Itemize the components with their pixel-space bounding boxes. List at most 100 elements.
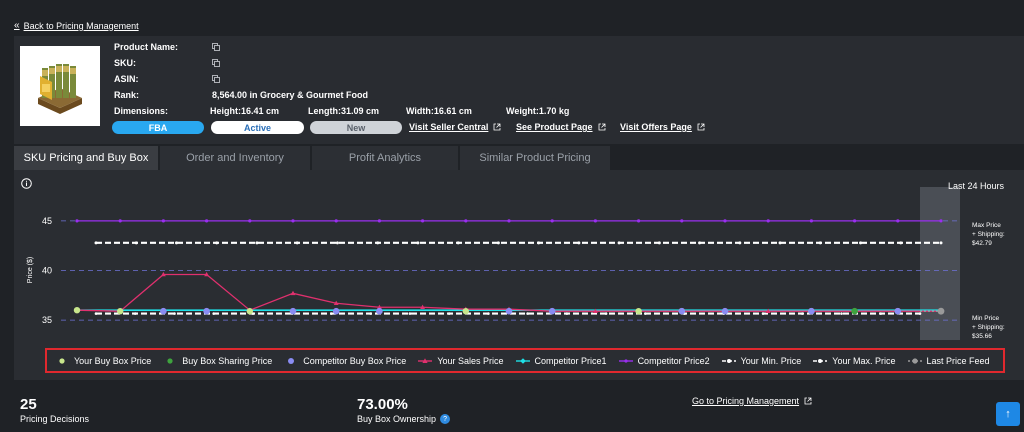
help-circle-icon[interactable]: ? xyxy=(440,414,451,424)
legend-label: Your Sales Price xyxy=(437,355,504,366)
legend-label: Competitor Buy Box Price xyxy=(303,355,407,366)
point-competitor-buy-box-price xyxy=(289,307,297,315)
legend-dash-icon xyxy=(813,358,828,363)
point-competitor-buy-box-price xyxy=(721,307,729,315)
visit-offers-page-link[interactable]: Visit Offers Page xyxy=(620,122,705,132)
legend-competitor-buy-box-price[interactable]: Competitor Buy Box Price xyxy=(284,356,406,366)
point-your-max-price xyxy=(255,241,259,245)
time-range-label: Last 24 Hours xyxy=(947,181,1004,191)
buy-box-ownership-value: 73.00% xyxy=(357,396,408,413)
point-your-min-price xyxy=(604,312,608,315)
copy-icon[interactable] xyxy=(212,59,220,67)
pricing-decisions-label: Pricing Decisions xyxy=(20,414,89,424)
point-competitor-price2 xyxy=(939,219,943,223)
external-link-icon xyxy=(493,123,501,131)
point-your-max-price xyxy=(698,241,702,245)
legend-buy-box-sharing-price[interactable]: Buy Box Sharing Price xyxy=(163,356,272,366)
point-competitor-price2 xyxy=(205,219,209,223)
y-axis-label: Price ($) xyxy=(27,257,34,283)
legend-competitor-price1[interactable]: Competitor Price1 xyxy=(515,356,607,366)
point-your-max-price xyxy=(778,241,782,245)
point-your-min-price xyxy=(565,312,569,315)
point-your-min-price xyxy=(918,312,922,315)
point-your-max-price xyxy=(94,241,98,245)
visit-seller-central-link[interactable]: Visit Seller Central xyxy=(409,122,501,132)
tab-sku-pricing[interactable]: SKU Pricing and Buy Box xyxy=(14,146,158,170)
arrow-up-icon: ↑ xyxy=(1005,408,1011,420)
point-competitor-price2 xyxy=(291,219,295,223)
sku-label: SKU: xyxy=(114,58,136,68)
legend-label: Buy Box Sharing Price xyxy=(182,355,273,366)
point-competitor-price2 xyxy=(161,219,165,223)
point-competitor-buy-box-price xyxy=(376,307,383,315)
external-link-icon xyxy=(598,123,606,131)
tab-order-inventory[interactable]: Order and Inventory xyxy=(160,146,310,170)
back-link-label: Back to Pricing Management xyxy=(23,20,139,31)
point-your-max-price xyxy=(174,241,178,245)
point-competitor-price2 xyxy=(464,219,468,223)
chart-annotation: $35.66 xyxy=(972,333,992,340)
external-link-icon xyxy=(804,397,812,405)
copy-icon[interactable] xyxy=(212,75,220,83)
legend-your-buy-box-price[interactable]: Your Buy Box Price xyxy=(55,356,151,366)
point-your-max-price xyxy=(939,241,943,245)
point-your-max-price xyxy=(617,241,621,245)
point-your-max-price xyxy=(416,241,420,245)
dimensions-label: Dimensions: xyxy=(114,106,169,116)
tab-similar-product-pricing[interactable]: Similar Product Pricing xyxy=(460,146,610,170)
chart-annotation: $42.79 xyxy=(972,240,992,247)
point-your-min-price xyxy=(526,312,529,315)
legend-dash-icon xyxy=(721,358,736,363)
point-your-max-price xyxy=(818,241,822,245)
copy-icon[interactable] xyxy=(212,43,220,51)
chart-annotation: Min Price xyxy=(972,315,999,322)
legend-line-icon xyxy=(418,357,433,363)
point-competitor-price2 xyxy=(248,219,252,223)
tab-profit-analytics[interactable]: Profit Analytics xyxy=(312,146,458,170)
buy-box-ownership-text: Buy Box Ownership xyxy=(357,414,437,424)
point-competitor-price2 xyxy=(75,219,79,223)
point-your-max-price xyxy=(376,241,380,245)
legend-dot-icon xyxy=(907,357,922,364)
point-your-sales-price xyxy=(290,290,296,296)
point-your-max-price xyxy=(577,241,581,245)
go-to-pricing-management-link[interactable]: Go to Pricing Management xyxy=(692,396,812,406)
point-your-min-price xyxy=(800,312,804,315)
point-your-min-price xyxy=(94,312,98,315)
chart-panel: 45 40 35 Price ($) Max Price + Shipping: $42.7… xyxy=(14,170,1024,380)
rank-label: Rank: xyxy=(114,90,140,100)
legend-your-min-price[interactable]: Your Min. Price xyxy=(721,356,801,366)
point-your-buy-box-price xyxy=(635,307,642,315)
point-competitor-buy-box-price xyxy=(548,307,556,315)
chart-annotation: + Shipping: xyxy=(972,231,1005,238)
scroll-to-top-button[interactable]: ↑ xyxy=(996,402,1020,426)
legend-your-sales-price[interactable]: Your Sales Price xyxy=(418,355,504,366)
legend-your-max-price[interactable]: Your Max. Price xyxy=(813,356,896,366)
point-competitor-buy-box-price xyxy=(808,307,815,315)
point-your-min-price xyxy=(173,312,176,315)
point-competitor-price2 xyxy=(637,219,641,223)
product-name-label: Product Name: xyxy=(114,42,179,52)
info-icon[interactable] xyxy=(21,176,32,189)
y-tick-label: 35 xyxy=(42,315,52,325)
point-competitor-buy-box-price xyxy=(203,307,210,315)
point-competitor-buy-box-price xyxy=(505,307,513,315)
back-to-pricing-link[interactable]: « Back to Pricing Management xyxy=(14,20,139,31)
point-competitor-price2 xyxy=(766,219,770,223)
legend-last-price-feed[interactable]: Last Price Feed xyxy=(907,356,990,366)
point-your-max-price xyxy=(134,241,138,245)
point-your-max-price xyxy=(496,241,500,245)
seller-central-label: Visit Seller Central xyxy=(409,122,489,132)
point-competitor-price2 xyxy=(723,219,727,223)
see-product-page-link[interactable]: See Product Page xyxy=(516,122,606,132)
point-your-min-price xyxy=(487,312,490,315)
chart-annotation: Max Price xyxy=(972,222,1001,229)
point-competitor-price2 xyxy=(421,219,425,223)
legend-dot-icon xyxy=(59,357,65,364)
point-your-max-price xyxy=(335,241,339,245)
point-your-buy-box-price xyxy=(246,307,253,315)
point-last-price-feed xyxy=(937,307,945,315)
point-competitor-price2 xyxy=(507,219,511,223)
current-period-band xyxy=(920,187,960,340)
legend-competitor-price2[interactable]: Competitor Price2 xyxy=(618,356,710,366)
